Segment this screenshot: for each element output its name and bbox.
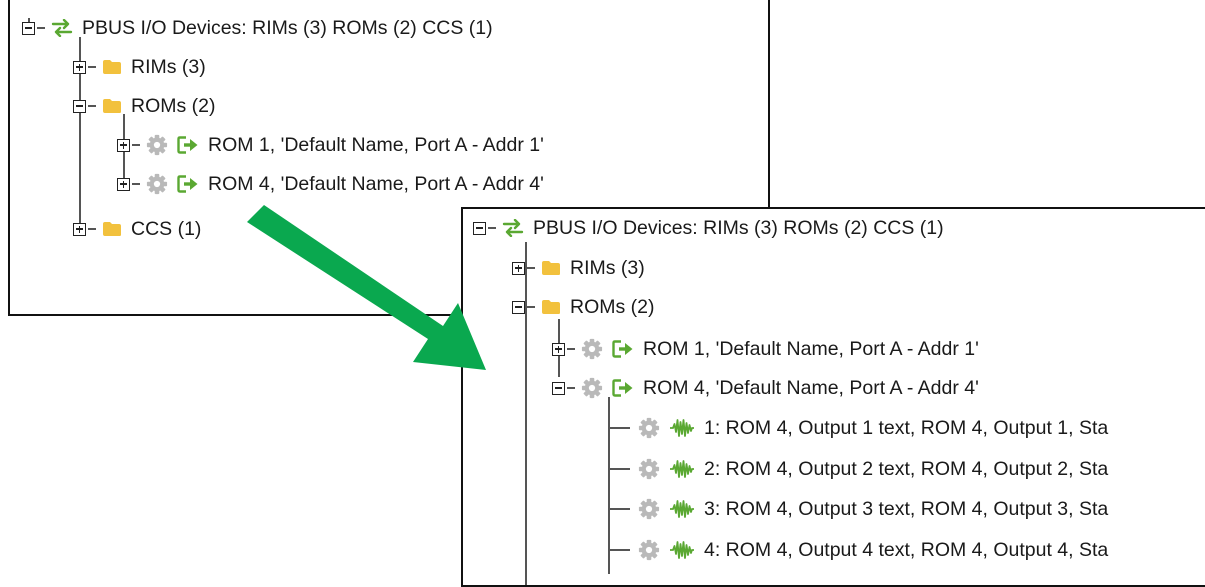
tree-connector: [608, 427, 630, 429]
tree-node-rom4[interactable]: ROM 4, 'Default Name, Port A - Addr 4': [117, 167, 544, 201]
waveform-icon: [669, 418, 695, 438]
tree-panel-expanded: PBUS I/O Devices: RIMs (3) ROMs (2) CCS …: [461, 207, 1205, 587]
gear-icon[interactable]: [638, 458, 660, 480]
tree-node-ccs[interactable]: CCS (1): [73, 212, 201, 246]
expand-toggle[interactable]: [73, 222, 86, 236]
tree-node-rom4[interactable]: ROM 4, 'Default Name, Port A - Addr 4': [552, 371, 979, 405]
device-tree: PBUS I/O Devices: RIMs (3) ROMs (2) CCS …: [463, 209, 1205, 585]
gear-icon[interactable]: [146, 134, 168, 156]
node-label: ROM 4, 'Default Name, Port A - Addr 4': [643, 376, 979, 399]
tree-connector: [567, 348, 575, 350]
tree-connector: [132, 144, 140, 146]
node-label: ROMs (2): [570, 295, 655, 318]
bidirectional-arrows-icon: [51, 19, 73, 37]
node-label: CCS (1): [131, 217, 202, 240]
node-label: RIMs (3): [570, 256, 645, 279]
folder-icon: [541, 260, 561, 276]
node-label: 1: ROM 4, Output 1 text, ROM 4, Output 1…: [704, 416, 1109, 439]
tree-node-rom1[interactable]: ROM 1, 'Default Name, Port A - Addr 1': [117, 128, 544, 162]
collapse-toggle[interactable]: [552, 381, 565, 395]
collapse-toggle[interactable]: [473, 221, 486, 235]
tree-node-root[interactable]: PBUS I/O Devices: RIMs (3) ROMs (2) CCS …: [22, 11, 493, 45]
folder-icon: [102, 98, 122, 114]
tree-connector: [88, 105, 96, 107]
gear-icon[interactable]: [146, 173, 168, 195]
waveform-icon: [669, 459, 695, 479]
tree-connector: [88, 228, 96, 230]
tree-connector: [132, 183, 140, 185]
tree-connector: [608, 468, 630, 470]
tree-node-output[interactable]: 3: ROM 4, Output 3 text, ROM 4, Output 3…: [608, 492, 1108, 526]
gear-icon[interactable]: [581, 338, 603, 360]
tree-node-output[interactable]: 2: ROM 4, Output 2 text, ROM 4, Output 2…: [608, 452, 1108, 486]
gear-icon[interactable]: [638, 498, 660, 520]
node-label: ROM 1, 'Default Name, Port A - Addr 1': [643, 337, 979, 360]
tree-node-roms[interactable]: ROMs (2): [512, 290, 655, 324]
gear-icon[interactable]: [638, 417, 660, 439]
tree-node-output[interactable]: 1: ROM 4, Output 1 text, ROM 4, Output 1…: [608, 411, 1108, 445]
tree-node-roms[interactable]: ROMs (2): [73, 89, 216, 123]
expand-toggle[interactable]: [117, 177, 130, 191]
node-label: RIMs (3): [131, 55, 206, 78]
expand-toggle[interactable]: [117, 138, 130, 152]
node-label: 2: ROM 4, Output 2 text, ROM 4, Output 2…: [704, 457, 1109, 480]
tree-connector: [527, 267, 535, 269]
node-label: 3: ROM 4, Output 3 text, ROM 4, Output 3…: [704, 497, 1109, 520]
node-label: 4: ROM 4, Output 4 text, ROM 4, Output 4…: [704, 538, 1109, 561]
tree-connector: [37, 27, 45, 29]
gear-icon[interactable]: [581, 377, 603, 399]
folder-icon: [541, 299, 561, 315]
tree-connector: [488, 227, 496, 229]
tree-connector: [567, 387, 575, 389]
tree-connector: [527, 306, 535, 308]
node-label: ROM 4, 'Default Name, Port A - Addr 4': [208, 172, 544, 195]
output-arrow-icon: [612, 379, 634, 397]
collapse-toggle[interactable]: [22, 21, 35, 35]
tree-connector: [88, 66, 96, 68]
tree-node-rom1[interactable]: ROM 1, 'Default Name, Port A - Addr 1': [552, 332, 979, 366]
tree-node-root[interactable]: PBUS I/O Devices: RIMs (3) ROMs (2) CCS …: [473, 211, 944, 245]
tree-connector: [608, 508, 630, 510]
bidirectional-arrows-icon: [502, 219, 524, 237]
expand-toggle[interactable]: [73, 60, 86, 74]
collapse-toggle[interactable]: [73, 99, 86, 113]
node-label: PBUS I/O Devices: RIMs (3) ROMs (2) CCS …: [533, 216, 944, 239]
node-label: ROM 1, 'Default Name, Port A - Addr 1': [208, 133, 544, 156]
waveform-icon: [669, 540, 695, 560]
collapse-toggle[interactable]: [512, 300, 525, 314]
node-label: ROMs (2): [131, 94, 216, 117]
output-arrow-icon: [177, 175, 199, 193]
output-arrow-icon: [612, 340, 634, 358]
tree-node-rims[interactable]: RIMs (3): [512, 251, 645, 285]
expand-toggle[interactable]: [552, 342, 565, 356]
output-arrow-icon: [177, 136, 199, 154]
tree-node-output[interactable]: 4: ROM 4, Output 4 text, ROM 4, Output 4…: [608, 533, 1108, 567]
folder-icon: [102, 221, 122, 237]
folder-icon: [102, 59, 122, 75]
expand-toggle[interactable]: [512, 261, 525, 275]
tree-connector: [608, 549, 630, 551]
node-label: PBUS I/O Devices: RIMs (3) ROMs (2) CCS …: [82, 16, 493, 39]
gear-icon[interactable]: [638, 539, 660, 561]
tree-node-rims[interactable]: RIMs (3): [73, 50, 206, 84]
waveform-icon: [669, 499, 695, 519]
